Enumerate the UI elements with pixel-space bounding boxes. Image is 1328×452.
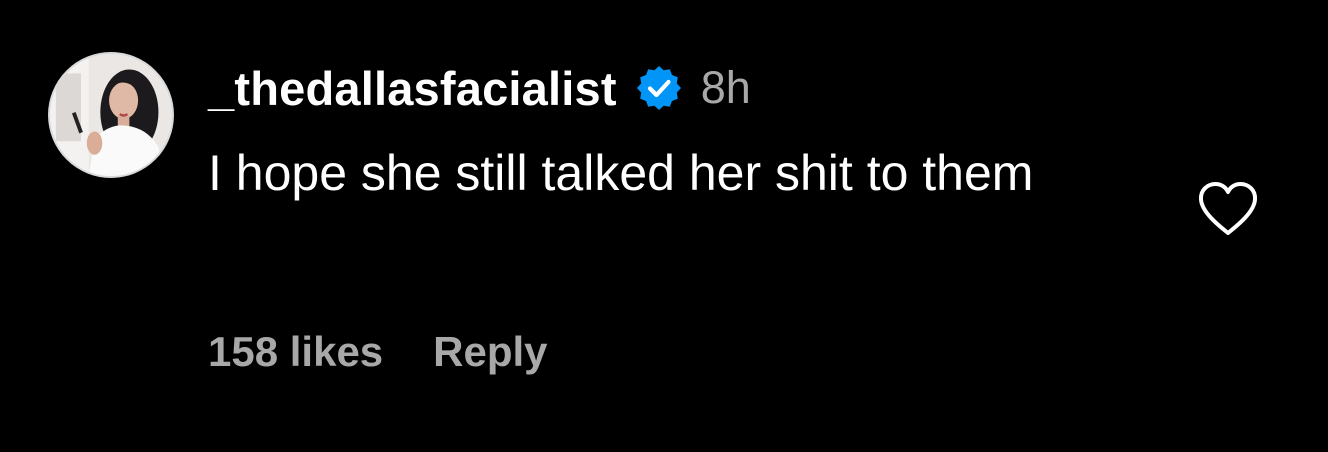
verified-badge-icon [635,64,683,112]
comment-item: _thedallasfacialist 8h I hope she still … [0,0,1328,452]
comment-actions: 158 likes Reply [208,324,548,380]
username-link[interactable]: _thedallasfacialist [208,61,617,116]
likes-count-link[interactable]: 158 likes [208,328,383,376]
profile-photo [50,54,172,176]
comment-header: _thedallasfacialist 8h [208,56,751,120]
comment-timestamp: 8h [700,62,751,113]
comment-text: I hope she still talked her shit to them [208,145,1034,201]
avatar[interactable] [48,52,174,178]
heart-outline-icon[interactable] [1196,180,1260,238]
reply-button[interactable]: Reply [433,328,547,376]
